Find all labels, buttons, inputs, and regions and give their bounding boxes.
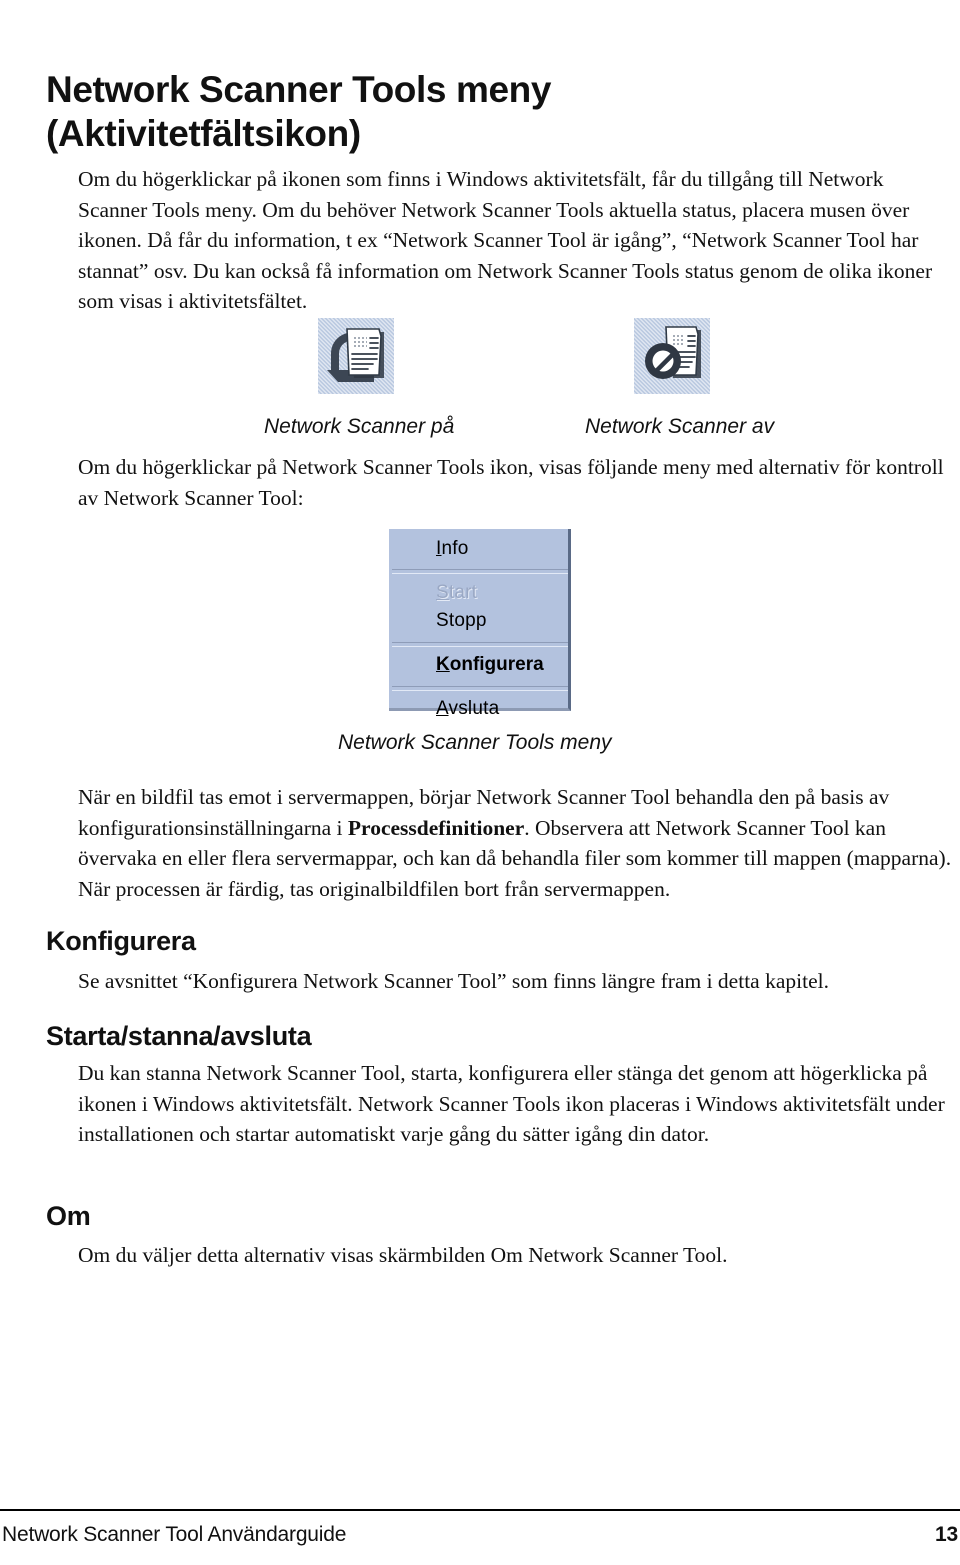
section-body-om: Om du väljer detta alternativ visas skär…	[78, 1243, 728, 1267]
process-paragraph: När en bildfil tas emot i servermappen, …	[78, 782, 954, 904]
section-heading-konfigurera: Konfigurera	[46, 926, 196, 956]
footer-page-number: 13	[935, 1523, 958, 1546]
menu-item-konfigurera-accel: K	[436, 654, 450, 675]
menu-item-stopp-label: opp	[454, 610, 487, 631]
network-scanner-off-icon	[634, 318, 710, 394]
menu-item-avsluta-accel: A	[436, 698, 449, 719]
caption-context-menu: Network Scanner Tools meny	[338, 731, 612, 754]
menu-item-konfigurera[interactable]: Konfigurera	[389, 651, 571, 679]
page-title: Network Scanner Tools meny (Aktivitetfäl…	[46, 68, 766, 156]
section-body-starta-stanna-avsluta: Du kan stanna Network Scanner Tool, star…	[78, 1061, 945, 1146]
section-body-konfigurera: Se avsnittet “Konfigurera Network Scanne…	[78, 969, 829, 993]
process-paragraph-bold-term: Processdefinitioner	[347, 815, 525, 840]
intro-paragraph: Om du högerklickar på ikonen som finns i…	[78, 167, 933, 313]
menu-item-start-label: tart	[448, 582, 478, 603]
menu-item-konfigurera-label: onfigurera	[449, 654, 544, 675]
page-title-line-1: Network Scanner Tools meny	[46, 69, 551, 110]
section-heading-starta-stanna-avsluta: Starta/stanna/avsluta	[46, 1021, 312, 1051]
menu-separator-1	[392, 569, 568, 574]
network-scanner-on-icon	[318, 318, 394, 394]
menu-item-info-label: nfo	[441, 538, 469, 559]
menu-item-info[interactable]: Info	[389, 535, 571, 563]
menu-item-start-accel: S	[436, 582, 449, 603]
menu-intro-paragraph: Om du högerklickar på Network Scanner To…	[78, 455, 944, 510]
menu-item-stopp[interactable]: Stopp	[389, 607, 571, 635]
network-scanner-context-menu[interactable]: Info Start Stopp Konfigurera Avsluta	[389, 529, 571, 719]
tray-icon-row	[0, 318, 960, 410]
menu-item-avsluta-label: vsluta	[448, 698, 500, 719]
menu-separator-2	[392, 642, 568, 647]
menu-item-start: Start	[389, 579, 571, 607]
caption-network-scanner-off: Network Scanner av	[585, 415, 775, 438]
menu-item-avsluta[interactable]: Avsluta	[389, 695, 571, 723]
document-page: Network Scanner Tools meny (Aktivitetfäl…	[0, 0, 960, 1565]
caption-network-scanner-on: Network Scanner på	[264, 415, 455, 438]
menu-separator-3	[392, 686, 568, 691]
section-heading-om: Om	[46, 1201, 91, 1231]
menu-item-stopp-prefix: St	[436, 610, 455, 631]
page-title-line-2: (Aktivitetfältsikon)	[46, 113, 361, 154]
footer-divider	[0, 1509, 960, 1511]
footer-guide-title: Network Scanner Tool Användarguide	[2, 1523, 347, 1546]
